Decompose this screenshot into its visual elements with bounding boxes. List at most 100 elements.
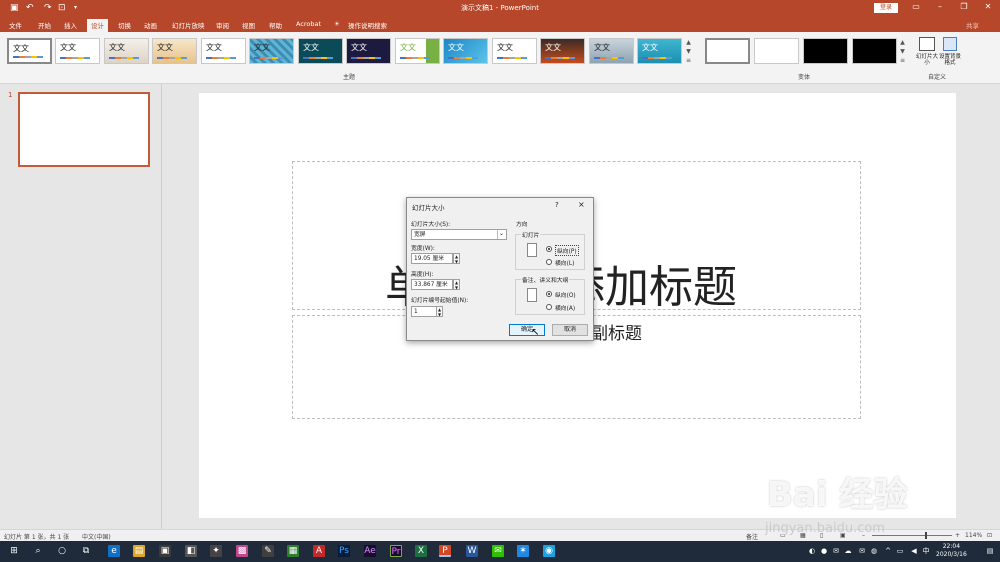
height-spinner[interactable]: ▲ ▼ <box>453 279 460 290</box>
tab-slideshow[interactable]: 幻灯片放映 <box>172 20 205 30</box>
theme-12[interactable]: 文文 <box>540 38 585 64</box>
tray-icon-1[interactable]: ◐ <box>806 545 818 557</box>
theme-10[interactable]: 文文 <box>443 38 488 64</box>
app-icon-1[interactable]: ◧ <box>185 545 197 557</box>
network-icon[interactable]: ▭ <box>894 545 906 557</box>
slide-thumbnail[interactable] <box>18 92 150 167</box>
notes-landscape-radio[interactable] <box>546 304 552 310</box>
ribbon-display-icon[interactable]: ▭ <box>908 2 924 11</box>
variant-4[interactable] <box>852 38 897 64</box>
start-number-input[interactable]: 1 <box>411 306 437 317</box>
theme-7[interactable]: 文文 <box>298 38 343 64</box>
notes-landscape-label[interactable]: 横向(A) <box>555 303 575 312</box>
app-icon-6[interactable]: ◉ <box>543 545 555 557</box>
tray-icon-3[interactable]: ✉ <box>830 545 842 557</box>
tab-view[interactable]: 视图 <box>242 20 255 30</box>
slide-size-button[interactable]: 幻灯片大小 <box>916 54 938 66</box>
theme-5[interactable]: 文文 <box>201 38 246 64</box>
restore-icon[interactable]: ❐ <box>956 2 972 11</box>
zoom-out-icon[interactable]: – <box>862 532 865 539</box>
themes-scroll-icon[interactable]: ▲ ▼ ≡ <box>684 38 693 66</box>
show-hidden-icons-icon[interactable]: ^ <box>882 545 894 557</box>
tab-file[interactable]: 文件 <box>9 20 22 30</box>
store-icon[interactable]: ▣ <box>159 545 171 557</box>
reading-view-icon[interactable]: ▯ <box>820 532 823 539</box>
chevron-down-icon[interactable]: ⌄ <box>497 230 505 239</box>
edge-icon[interactable]: e <box>108 545 120 557</box>
tab-transitions[interactable]: 切换 <box>118 20 131 30</box>
excel-icon[interactable]: X <box>415 545 427 557</box>
format-background-icon[interactable] <box>943 37 957 51</box>
tab-review[interactable]: 审阅 <box>216 20 229 30</box>
zoom-level[interactable]: 114% <box>965 532 982 539</box>
notes-portrait-label[interactable]: 纵向(O) <box>555 290 576 299</box>
zoom-slider[interactable] <box>872 535 952 536</box>
tab-animations[interactable]: 动画 <box>144 20 157 30</box>
minimize-icon[interactable]: – <box>932 2 948 11</box>
slides-landscape-label[interactable]: 横向(L) <box>555 258 574 267</box>
search-icon[interactable]: ⌕ <box>32 545 44 557</box>
variant-1[interactable] <box>705 38 750 64</box>
theme-13[interactable]: 文文 <box>589 38 634 64</box>
theme-11[interactable]: 文文 <box>492 38 537 64</box>
tray-icon-6[interactable]: ◍ <box>868 545 880 557</box>
cancel-button[interactable]: 取消 <box>552 324 588 336</box>
tray-icon-5[interactable]: ✉ <box>856 545 868 557</box>
system-clock[interactable]: 22:04 2020/3/16 <box>936 543 967 559</box>
theme-3[interactable]: 文文 <box>104 38 149 64</box>
app-icon-2[interactable]: ✦ <box>210 545 222 557</box>
theme-4[interactable]: 文文 <box>152 38 197 64</box>
theme-9[interactable]: 文文 <box>395 38 440 64</box>
after-effects-icon[interactable]: Ae <box>364 545 376 557</box>
start-number-spinner[interactable]: ▲ ▼ <box>436 306 443 317</box>
photoshop-icon[interactable]: Ps <box>338 545 350 557</box>
wechat-icon[interactable]: ✉ <box>492 545 504 557</box>
app-icon-3[interactable]: ▩ <box>236 545 248 557</box>
premiere-icon[interactable]: Pr <box>390 545 402 557</box>
variant-2[interactable] <box>754 38 799 64</box>
tell-me-search[interactable]: 操作说明搜索 <box>348 20 387 30</box>
language-indicator[interactable]: 中文(中国) <box>82 532 111 541</box>
format-background-button[interactable]: 设置背景格式 <box>938 54 962 66</box>
notes-toggle[interactable]: 备注 <box>746 532 758 541</box>
word-icon[interactable]: W <box>466 545 478 557</box>
task-view-icon[interactable]: ⧉ <box>80 545 92 557</box>
help-icon[interactable]: ? <box>555 201 559 209</box>
windows-start-icon[interactable]: ⊞ <box>8 545 20 557</box>
theme-8[interactable]: 文文 <box>346 38 391 64</box>
notes-portrait-radio[interactable] <box>546 291 552 297</box>
close-icon[interactable]: ✕ <box>980 2 996 11</box>
height-input[interactable]: 33.867 厘米 <box>411 279 453 290</box>
tray-icon-4[interactable]: ☁ <box>842 545 854 557</box>
ok-button[interactable]: 确定 <box>509 324 545 336</box>
notification-icon[interactable]: ▤ <box>984 545 996 557</box>
login-button[interactable]: 登录 <box>874 3 898 13</box>
pen-app-icon[interactable]: ✎ <box>262 545 274 557</box>
zoom-slider-handle[interactable] <box>925 532 927 539</box>
tab-insert[interactable]: 插入 <box>64 20 77 30</box>
slide-sorter-icon[interactable]: ▦ <box>800 532 806 539</box>
slides-portrait-label[interactable]: 纵向(P) <box>555 245 579 256</box>
variants-scroll-icon[interactable]: ▲ ▼ ≡ <box>898 38 907 66</box>
tab-help[interactable]: 帮助 <box>269 20 282 30</box>
acrobat-icon[interactable]: A <box>313 545 325 557</box>
theme-14[interactable]: 文文 <box>637 38 682 64</box>
zoom-in-icon[interactable]: + <box>955 532 960 539</box>
file-explorer-icon[interactable]: ▤ <box>133 545 145 557</box>
slide-size-select[interactable]: 宽屏 ⌄ <box>411 229 507 240</box>
width-input[interactable]: 19.05 厘米 <box>411 253 453 264</box>
theme-office[interactable]: 文文 <box>7 38 52 64</box>
theme-6[interactable]: 文文 <box>249 38 294 64</box>
fit-to-window-icon[interactable]: ⊡ <box>987 532 992 539</box>
tab-home[interactable]: 开始 <box>38 20 51 30</box>
share-button[interactable]: 共享 <box>966 20 979 30</box>
tray-icon-2[interactable]: ● <box>818 545 830 557</box>
slides-portrait-radio[interactable] <box>546 246 552 252</box>
tab-acrobat[interactable]: Acrobat <box>296 20 321 28</box>
theme-2[interactable]: 文文 <box>55 38 100 64</box>
slideshow-icon[interactable]: ▣ <box>840 532 846 539</box>
ime-icon[interactable]: 中 <box>920 545 932 557</box>
app-icon-4[interactable]: ▦ <box>287 545 299 557</box>
cortana-icon[interactable]: ○ <box>56 545 68 557</box>
slides-landscape-radio[interactable] <box>546 259 552 265</box>
